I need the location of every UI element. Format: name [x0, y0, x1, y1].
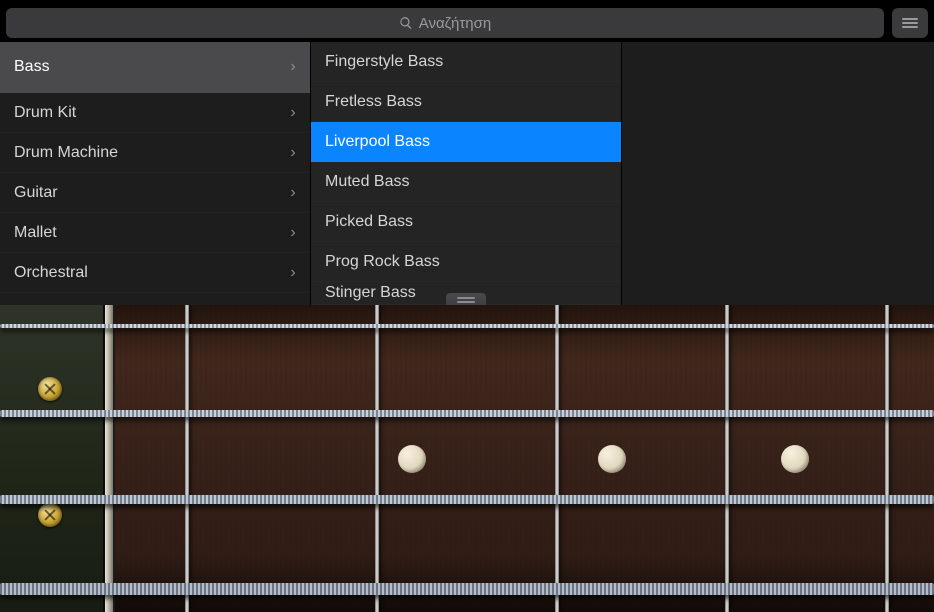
- preset-label: Fretless Bass: [325, 93, 621, 111]
- category-label: Drum Kit: [14, 104, 286, 122]
- headstock: [0, 305, 105, 612]
- search-input[interactable]: Αναζήτηση: [6, 8, 884, 38]
- preset-label: Fingerstyle Bass: [325, 53, 621, 71]
- fret: [555, 305, 559, 612]
- chevron-right-icon: ›: [286, 58, 310, 76]
- category-column: Bass › Drum Kit › Drum Machine › Guitar …: [0, 42, 311, 305]
- category-label: Bass: [14, 58, 286, 76]
- category-item-orchestral[interactable]: Orchestral ›: [0, 253, 310, 293]
- fret: [885, 305, 889, 612]
- preset-label: Liverpool Bass: [325, 133, 621, 151]
- category-item-mallet[interactable]: Mallet ›: [0, 213, 310, 253]
- nut: [105, 305, 115, 612]
- preset-label: Picked Bass: [325, 213, 621, 231]
- category-label: Mallet: [14, 224, 286, 242]
- fret-marker-icon: [598, 445, 626, 473]
- chevron-right-icon: ›: [286, 264, 310, 282]
- tuning-screw-icon: [38, 503, 62, 527]
- preset-label: Muted Bass: [325, 173, 621, 191]
- preset-column: Fingerstyle Bass Fretless Bass Liverpool…: [311, 42, 622, 305]
- tuning-screw-icon: [38, 377, 62, 401]
- detail-column: [622, 42, 934, 305]
- fretboard[interactable]: [115, 305, 934, 612]
- category-item-drum-machine[interactable]: Drum Machine ›: [0, 133, 310, 173]
- preset-item[interactable]: Prog Rock Bass: [311, 242, 621, 282]
- chevron-right-icon: ›: [286, 104, 310, 122]
- preset-label: Prog Rock Bass: [325, 253, 621, 271]
- chevron-right-icon: ›: [286, 224, 310, 242]
- chevron-right-icon: ›: [286, 144, 310, 162]
- string-4[interactable]: [0, 583, 934, 595]
- string-1[interactable]: [0, 324, 934, 328]
- chevron-right-icon: ›: [286, 184, 310, 202]
- fret-marker-icon: [398, 445, 426, 473]
- category-item-drum-kit[interactable]: Drum Kit ›: [0, 93, 310, 133]
- browser-columns: Bass › Drum Kit › Drum Machine › Guitar …: [0, 42, 934, 305]
- fret-marker-icon: [781, 445, 809, 473]
- search-icon: [399, 16, 413, 30]
- preset-item-selected[interactable]: Liverpool Bass: [311, 122, 621, 162]
- category-item-guitar[interactable]: Guitar ›: [0, 173, 310, 213]
- search-placeholder: Αναζήτηση: [419, 15, 491, 32]
- preset-item[interactable]: Fingerstyle Bass: [311, 42, 621, 82]
- preset-item[interactable]: Picked Bass: [311, 202, 621, 242]
- fret: [375, 305, 379, 612]
- fret: [725, 305, 729, 612]
- preset-item[interactable]: Fretless Bass: [311, 82, 621, 122]
- instrument-area[interactable]: [0, 305, 934, 612]
- category-label: Drum Machine: [14, 144, 286, 162]
- string-3[interactable]: [0, 495, 934, 504]
- menu-button[interactable]: [892, 8, 928, 38]
- fret: [185, 305, 189, 612]
- preset-item[interactable]: Muted Bass: [311, 162, 621, 202]
- top-bar: Αναζήτηση: [0, 0, 934, 42]
- drag-handle[interactable]: [446, 293, 486, 305]
- string-2[interactable]: [0, 410, 934, 417]
- category-label: Guitar: [14, 184, 286, 202]
- category-label: Orchestral: [14, 264, 286, 282]
- category-item-bass[interactable]: Bass ›: [0, 42, 310, 93]
